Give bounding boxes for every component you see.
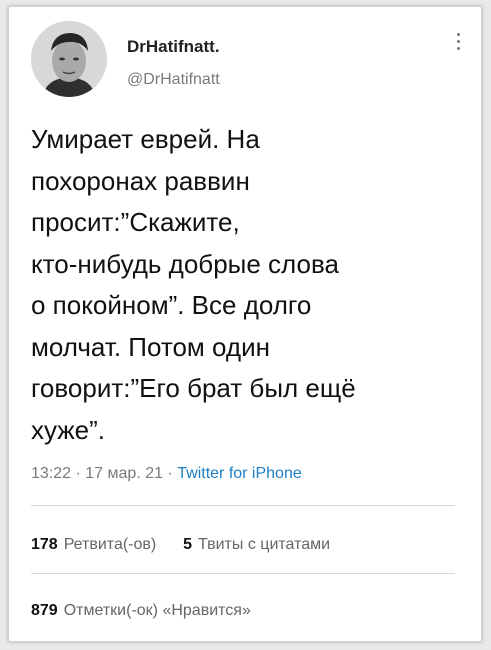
likes-stat[interactable]: 879 Отметки(-ок) «Нравится»	[31, 602, 251, 619]
likes-label: Отметки(-ок) «Нравится»	[63, 602, 251, 619]
retweet-stats-row: 178 Ретвита(-ов) 5 Твиты с цитатами	[31, 536, 330, 554]
retweets-count: 178	[31, 536, 58, 553]
tweet-card: DrHatifnatt. @DrHatifnatt Умирает еврей.…	[8, 6, 482, 642]
meta-separator: ·	[167, 465, 173, 482]
tweet-text: Умирает еврей. На похоронах раввин проси…	[31, 124, 356, 445]
meta-separator: ·	[75, 465, 81, 482]
display-name[interactable]: DrHatifnatt.	[127, 37, 220, 57]
tweet-date: 17 мар. 21	[85, 465, 164, 482]
user-handle[interactable]: @DrHatifnatt	[127, 71, 220, 89]
quotes-label: Твиты с цитатами	[198, 536, 331, 553]
likes-count: 879	[31, 602, 58, 619]
more-options-icon[interactable]	[455, 33, 461, 50]
retweets-stat[interactable]: 178 Ретвита(-ов)	[31, 536, 156, 553]
quotes-count: 5	[183, 536, 193, 553]
retweets-label: Ретвита(-ов)	[63, 536, 157, 553]
divider	[31, 505, 455, 506]
avatar[interactable]	[31, 21, 107, 97]
likes-stats-row: 879 Отметки(-ок) «Нравится»	[31, 602, 251, 620]
tweet-time: 13:22	[31, 465, 72, 482]
tweet-meta: 13:22 · 17 мар. 21 · Twitter for iPhone	[31, 465, 302, 483]
avatar-photo-icon	[31, 21, 107, 97]
quotes-stat[interactable]: 5 Твиты с цитатами	[183, 536, 330, 553]
tweet-source-link[interactable]: Twitter for iPhone	[177, 465, 302, 482]
divider	[31, 573, 455, 574]
